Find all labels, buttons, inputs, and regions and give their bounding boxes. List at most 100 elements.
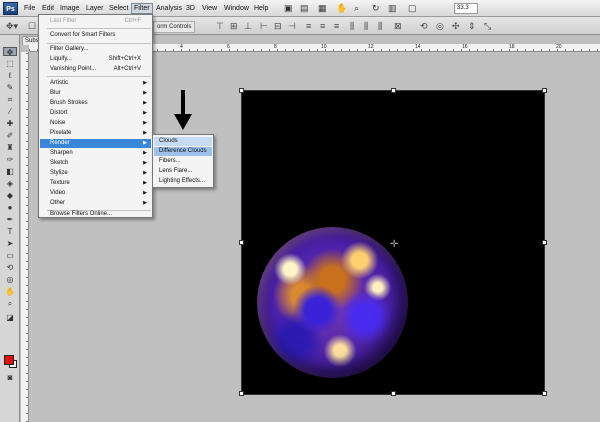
menu-view[interactable]: View <box>200 3 219 14</box>
3d-slide-icon[interactable]: ⇕ <box>468 20 476 32</box>
menu-select[interactable]: Select <box>107 3 130 14</box>
align-left-icon[interactable]: ⊢ <box>260 20 268 32</box>
transform-handle-left[interactable] <box>239 240 244 245</box>
distribute-right-icon[interactable]: ⫼ <box>378 20 382 32</box>
menu-item-brush-strokes[interactable]: Brush Strokes ▶ <box>40 99 151 108</box>
eraser-tool-icon[interactable]: ◧ <box>3 167 17 176</box>
hand-tool-icon[interactable]: ✋ <box>336 3 347 14</box>
distribute-middle-icon[interactable]: ≡ <box>320 20 325 32</box>
submenu-item-clouds[interactable]: Clouds <box>154 137 212 146</box>
3d-scale-icon[interactable]: ⤡ <box>484 20 491 32</box>
zoom-tool-icon[interactable]: ⌕ <box>354 3 359 14</box>
menu-item-filter-gallery[interactable]: Filter Gallery... <box>40 45 151 54</box>
history-brush-tool-icon[interactable]: ✑ <box>3 155 17 164</box>
submenu-item-difference-clouds[interactable]: Difference Clouds <box>154 147 212 156</box>
transform-handle-top-left[interactable] <box>239 88 244 93</box>
move-tool-icon[interactable]: ✥ <box>3 47 17 57</box>
transform-center-icon[interactable]: ✛ <box>390 240 399 250</box>
3d-object-rotate-tool-icon[interactable]: ⟲ <box>3 263 17 272</box>
align-middle-icon[interactable]: ⊞ <box>230 20 238 32</box>
show-transform-controls-label[interactable]: orm Controls <box>153 21 196 33</box>
transform-handle-bottom[interactable] <box>391 391 396 396</box>
path-selection-tool-icon[interactable]: ➤ <box>3 239 17 248</box>
menu-item-other[interactable]: Other ▶ <box>40 199 151 208</box>
transform-handle-bottom-right[interactable] <box>542 391 547 396</box>
menu-layer[interactable]: Layer <box>84 3 106 14</box>
menu-analysis[interactable]: Analysis <box>154 3 184 14</box>
default-colors-icon[interactable]: ◪ <box>3 313 17 322</box>
distribute-bottom-icon[interactable]: ≡ <box>334 20 339 32</box>
quick-selection-tool-icon[interactable]: ✎ <box>3 83 17 92</box>
blur-tool-icon[interactable]: ◆ <box>3 191 17 200</box>
hand-tool-panel-icon[interactable]: ✋ <box>3 287 17 296</box>
foreground-color-swatch[interactable] <box>4 355 14 365</box>
3d-drag-icon[interactable]: ✣ <box>452 20 460 32</box>
menu-help[interactable]: Help <box>252 3 270 14</box>
lasso-tool-icon[interactable]: ℓ <box>3 71 17 80</box>
menu-item-stylize[interactable]: Stylize ▶ <box>40 169 151 178</box>
3d-camera-tool-icon[interactable]: ◎ <box>3 275 17 284</box>
menu-filter[interactable]: Filter <box>131 3 153 14</box>
menu-item-browse-filters-online[interactable]: Browse Filters Online... <box>40 210 151 219</box>
submenu-item-lens-flare[interactable]: Lens Flare... <box>154 167 212 176</box>
move-tool-preset-icon[interactable]: ✥▾ <box>6 20 18 32</box>
auto-select-checkbox[interactable]: ☐ <box>28 20 36 32</box>
menu-item-pixelate[interactable]: Pixelate ▶ <box>40 129 151 138</box>
menu-item-texture[interactable]: Texture ▶ <box>40 179 151 188</box>
eyedropper-tool-icon[interactable]: ⁄ <box>3 107 17 116</box>
menu-3d[interactable]: 3D <box>184 3 197 14</box>
menu-item-sharpen[interactable]: Sharpen ▶ <box>40 149 151 158</box>
menu-image[interactable]: Image <box>58 3 81 14</box>
menu-item-last-filter[interactable]: Last Filter Ctrl+F <box>40 17 151 26</box>
arrange-documents-icon[interactable]: ▥ <box>388 3 397 14</box>
transform-handle-top[interactable] <box>391 88 396 93</box>
menu-item-convert-smart-filters[interactable]: Convert for Smart Filters <box>40 31 151 40</box>
menu-item-noise[interactable]: Noise ▶ <box>40 119 151 128</box>
transform-handle-top-right[interactable] <box>542 88 547 93</box>
type-tool-icon[interactable]: T <box>3 227 17 236</box>
pen-tool-icon[interactable]: ✒ <box>3 215 17 224</box>
dodge-tool-icon[interactable]: ● <box>3 203 17 212</box>
brush-tool-icon[interactable]: ✐ <box>3 131 17 140</box>
distribute-left-icon[interactable]: ⫼ <box>350 20 354 32</box>
3d-rotate-icon[interactable]: ⟲ <box>420 20 428 32</box>
menu-item-liquify[interactable]: Liquify... Shift+Ctrl+X <box>40 55 151 64</box>
menu-item-video[interactable]: Video ▶ <box>40 189 151 198</box>
paint-bucket-tool-icon[interactable]: ◈ <box>3 179 17 188</box>
menu-file[interactable]: File <box>22 3 37 14</box>
menu-item-render[interactable]: Render ▶ <box>40 139 151 148</box>
distribute-top-icon[interactable]: ≡ <box>306 20 311 32</box>
distribute-center-icon[interactable]: ⫼ <box>364 20 368 32</box>
align-center-icon[interactable]: ⊟ <box>274 20 282 32</box>
submenu-item-lighting-effects[interactable]: Lighting Effects... <box>154 177 212 186</box>
transform-handle-right[interactable] <box>542 240 547 245</box>
zoom-level-field[interactable]: 33.3 <box>454 3 478 14</box>
auto-align-icon[interactable]: ⊠ <box>394 20 402 32</box>
guides-icon[interactable]: ▦ <box>318 3 327 14</box>
submenu-item-fibers[interactable]: Fibers... <box>154 157 212 166</box>
menu-item-blur[interactable]: Blur ▶ <box>40 89 151 98</box>
document-canvas[interactable]: ✛ <box>239 88 547 396</box>
bridge-icon[interactable]: ▣ <box>284 3 293 14</box>
marquee-tool-icon[interactable]: ⬚ <box>3 59 17 68</box>
menu-item-distort[interactable]: Distort ▶ <box>40 109 151 118</box>
rotate-view-icon[interactable]: ↻ <box>372 3 380 14</box>
menu-item-vanishing-point[interactable]: Vanishing Point... Alt+Ctrl+V <box>40 65 151 74</box>
quick-mask-icon[interactable]: ◙ <box>3 373 17 382</box>
align-bottom-icon[interactable]: ⊥ <box>244 20 252 32</box>
mini-bridge-icon[interactable]: ▤ <box>300 3 309 14</box>
crop-tool-icon[interactable]: ⌗ <box>3 95 17 104</box>
align-top-icon[interactable]: ⊤ <box>216 20 224 32</box>
healing-brush-tool-icon[interactable]: ✚ <box>3 119 17 128</box>
menu-edit[interactable]: Edit <box>40 3 56 14</box>
align-right-icon[interactable]: ⊣ <box>288 20 296 32</box>
menu-window[interactable]: Window <box>222 3 251 14</box>
shape-tool-icon[interactable]: ▭ <box>3 251 17 260</box>
transform-handle-bottom-left[interactable] <box>239 391 244 396</box>
3d-roll-icon[interactable]: ◎ <box>436 20 444 32</box>
clone-stamp-tool-icon[interactable]: ♜ <box>3 143 17 152</box>
menu-item-sketch[interactable]: Sketch ▶ <box>40 159 151 168</box>
zoom-tool-panel-icon[interactable]: ⌕ <box>3 299 17 308</box>
menu-item-artistic[interactable]: Artistic ▶ <box>40 79 151 88</box>
screen-mode-icon[interactable]: ▢ <box>408 3 417 14</box>
